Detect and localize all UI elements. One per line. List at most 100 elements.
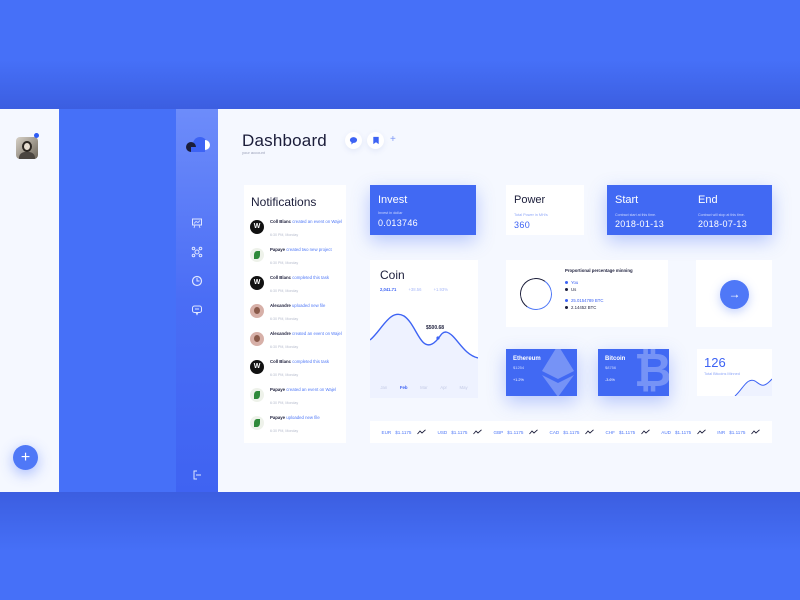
- background-shadow: [0, 492, 800, 552]
- chat-button[interactable]: [345, 132, 362, 149]
- chat-monitor-icon[interactable]: [191, 304, 203, 316]
- coin-stats: 2,041.71 +38.56 +1.93%: [380, 287, 459, 292]
- network-icon[interactable]: [191, 246, 203, 258]
- notification-time: 6:30 PM, Monday: [270, 233, 299, 237]
- bookmark-button[interactable]: [367, 132, 384, 149]
- ethereum-icon: [542, 349, 574, 396]
- currency-item[interactable]: EUR $1.1175: [382, 429, 427, 435]
- notification-avatar: [250, 304, 264, 318]
- notification-text: Papaye created an event on Wajel: [270, 387, 337, 392]
- chat-bubble-icon: [349, 137, 358, 145]
- trend-icon: [529, 429, 539, 435]
- month-tab[interactable]: Feb: [400, 385, 408, 390]
- notification-time: 6:30 PM, Monday: [270, 289, 299, 293]
- presentation-chart-icon[interactable]: [191, 217, 203, 229]
- trend-icon: [585, 429, 595, 435]
- bitcoin-card[interactable]: ₿ Bitcoin $8756 -3.6%: [598, 349, 669, 396]
- logout-icon[interactable]: [191, 469, 203, 481]
- notification-avatar: W: [250, 276, 264, 290]
- end-date: 2018-07-13: [698, 219, 748, 229]
- notification-dot: [34, 133, 39, 138]
- trend-icon: [641, 429, 651, 435]
- coin-change: +38.56: [408, 287, 422, 292]
- notification-time: 6:30 PM, Monday: [270, 401, 299, 405]
- trend-icon: [417, 429, 427, 435]
- bitcoin-title: Bitcoin: [605, 356, 626, 362]
- coin-months: Jan Feb Mar Apr May: [370, 385, 478, 390]
- notification-item[interactable]: Alexandre uploaded new file 6:30 PM, Mond…: [250, 302, 342, 328]
- notification-item[interactable]: Papaye created two new project 6:30 PM, M…: [250, 246, 342, 272]
- notification-text: Coll Blanc completed this task: [270, 275, 329, 280]
- currency-item[interactable]: AUD $1.1175: [661, 429, 707, 435]
- notification-item[interactable]: Papaye uploaded new file 6:30 PM, Monday: [250, 414, 342, 440]
- clock-pie-icon[interactable]: [191, 275, 203, 287]
- notification-text: Papaye uploaded new file: [270, 415, 320, 420]
- trend-icon: [697, 429, 707, 435]
- power-card[interactable]: Power Total Power in MH/s 360: [506, 185, 584, 235]
- next-button[interactable]: →: [720, 280, 749, 309]
- power-title: Power: [514, 194, 546, 206]
- notification-time: 6:30 PM, Monday: [270, 261, 299, 265]
- start-title: Start: [615, 194, 639, 206]
- currency-item[interactable]: USD $1.1175: [438, 429, 483, 435]
- month-tab[interactable]: May: [460, 385, 468, 390]
- next-card: →: [696, 260, 772, 327]
- mined-label: Total Bitcoins Minned: [704, 372, 740, 376]
- mining-value-us: 2.14452 BTC: [565, 305, 596, 310]
- end-label: Contract will stop at this time.: [698, 213, 745, 217]
- notification-item[interactable]: W Coll Blanc created an event on Wajel 6:3…: [250, 218, 342, 244]
- coin-point[interactable]: [436, 336, 440, 340]
- coin-card: Coin 2,041.71 +38.56 +1.93% $500.68 Jan F…: [370, 260, 478, 398]
- currency-item[interactable]: CAD $1.1175: [550, 429, 595, 435]
- currency-code: EUR: [381, 429, 392, 435]
- currency-item[interactable]: GBP $1.1175: [494, 429, 539, 435]
- notification-time: 6:30 PM, Monday: [270, 345, 299, 349]
- coin-title: Coin: [380, 268, 405, 282]
- power-label: Total Power in MH/s: [514, 213, 548, 217]
- coin-value: 2,041.71: [380, 287, 397, 292]
- currency-value: $1.1175: [729, 429, 746, 435]
- notification-text: Papaye created two new project: [270, 247, 332, 252]
- notification-item[interactable]: W Coll Blanc completed this task 6:30 PM, …: [250, 358, 342, 384]
- currency-item[interactable]: CHF $1.1175: [606, 429, 651, 435]
- contract-end: End Contract will stop at this time. 201…: [690, 185, 770, 235]
- mining-title: Proportional percentage minning: [565, 268, 633, 273]
- main-content: Dashboard your account + Notifications W…: [218, 109, 800, 492]
- month-tab[interactable]: Apr: [440, 385, 447, 390]
- contract-start: Start Contract start at this time. 2018-…: [607, 185, 687, 235]
- notification-item[interactable]: Alexandre created an event on Wajel 6:30 …: [250, 330, 342, 356]
- currency-value: $1.1175: [507, 429, 524, 435]
- notification-item[interactable]: Papaye created an event on Wajel 6:30 PM,…: [250, 386, 342, 412]
- add-widget-button[interactable]: +: [390, 134, 396, 145]
- month-tab[interactable]: Mar: [420, 385, 427, 390]
- notification-avatar: [250, 388, 264, 402]
- month-tab[interactable]: Jan: [380, 385, 387, 390]
- coin-tooltip: $500.68: [426, 325, 445, 331]
- notification-avatar: W: [250, 360, 264, 374]
- trend-icon: [751, 429, 761, 435]
- currency-item[interactable]: INR $1.1175: [717, 429, 761, 435]
- currency-value: $1.1175: [674, 429, 692, 435]
- currency-value: $1.1175: [618, 429, 636, 435]
- notifications-card: Notifications W Coll Blanc created an eve…: [244, 185, 346, 443]
- bitcoin-change: -3.6%: [605, 378, 615, 382]
- notification-item[interactable]: W Coll Blanc completed this task 6:30 PM, …: [250, 274, 342, 300]
- currency-value: $1.1175: [563, 429, 580, 435]
- contract-card[interactable]: Start Contract start at this time. 2018-…: [607, 185, 772, 235]
- invest-card[interactable]: Invest Invest in dollar 0.013746: [370, 185, 476, 235]
- end-title: End: [698, 194, 718, 206]
- left-panel: +: [0, 109, 59, 492]
- notification-text: Alexandre created an event on Wajel: [270, 331, 342, 336]
- legend-us: Us: [565, 287, 576, 292]
- mined-card: 126 Total Bitcoins Minned: [697, 349, 772, 396]
- add-button[interactable]: +: [13, 445, 38, 470]
- ethereum-card[interactable]: Ethereum $1254 +1.2%: [506, 349, 577, 396]
- notification-time: 6:30 PM, Monday: [270, 317, 299, 321]
- notification-time: 6:30 PM, Monday: [270, 373, 299, 377]
- invest-value: 0.013746: [378, 218, 418, 228]
- start-date: 2018-01-13: [615, 219, 665, 229]
- user-avatar[interactable]: [16, 137, 38, 159]
- currency-code: CAD: [549, 429, 560, 435]
- currency-value: $1.1175: [451, 429, 468, 435]
- trend-icon: [473, 429, 483, 435]
